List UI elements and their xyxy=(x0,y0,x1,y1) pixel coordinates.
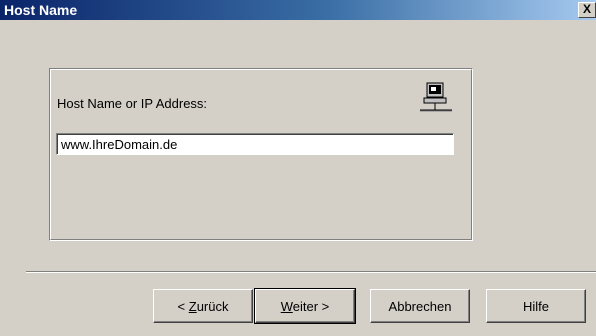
back-button[interactable]: < Zurück xyxy=(153,289,253,323)
button-separator xyxy=(26,271,596,273)
back-rest: urück xyxy=(196,298,229,314)
dialog-window: Host Name X Host Name or IP Address: < Z… xyxy=(0,0,596,336)
back-prefix: < xyxy=(177,298,189,314)
next-button[interactable]: Weiter > xyxy=(254,288,356,324)
next-rest: eiter > xyxy=(292,298,330,314)
host-name-label: Host Name or IP Address: xyxy=(57,96,208,111)
host-name-input[interactable] xyxy=(56,133,454,155)
back-accelerator: Z xyxy=(188,298,197,314)
close-button[interactable]: X xyxy=(578,2,596,18)
title-bar[interactable]: Host Name X xyxy=(0,0,596,20)
next-accelerator: W xyxy=(280,298,293,314)
cancel-button[interactable]: Abbrechen xyxy=(370,289,470,323)
window-title: Host Name xyxy=(4,2,78,18)
help-button[interactable]: Hilfe xyxy=(486,289,586,323)
computer-icon xyxy=(420,82,452,112)
